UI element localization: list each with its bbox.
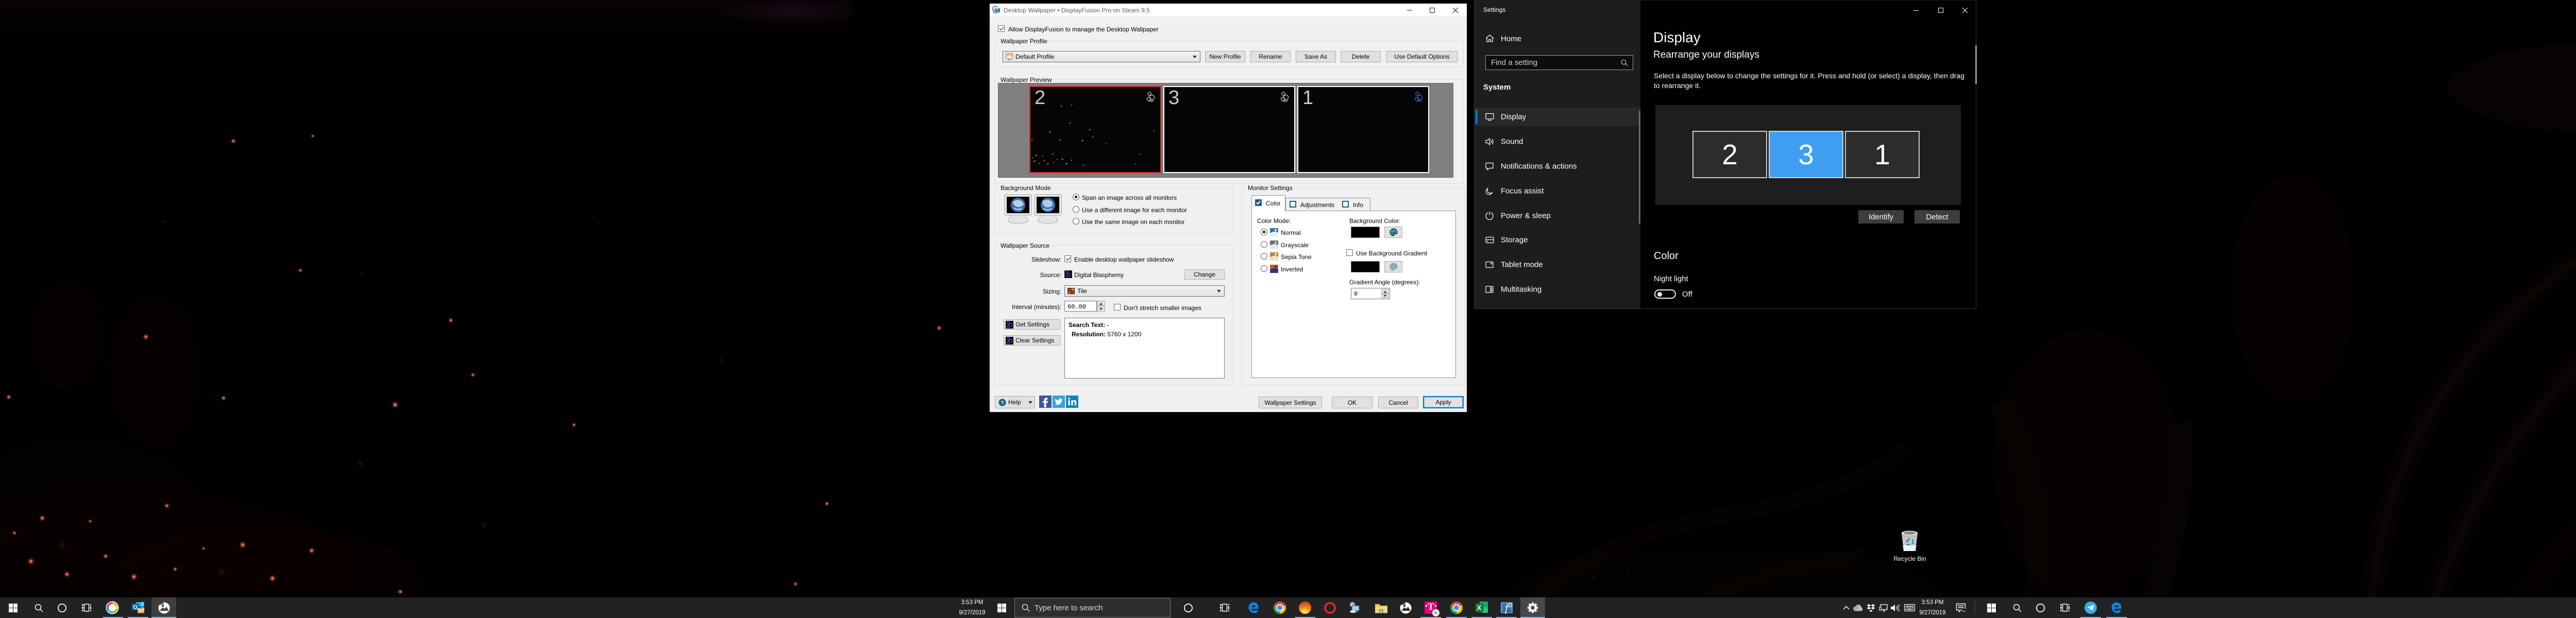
- svg-text:X: X: [1477, 605, 1481, 612]
- svg-text:?: ?: [1001, 400, 1004, 406]
- svg-text:O: O: [133, 605, 138, 611]
